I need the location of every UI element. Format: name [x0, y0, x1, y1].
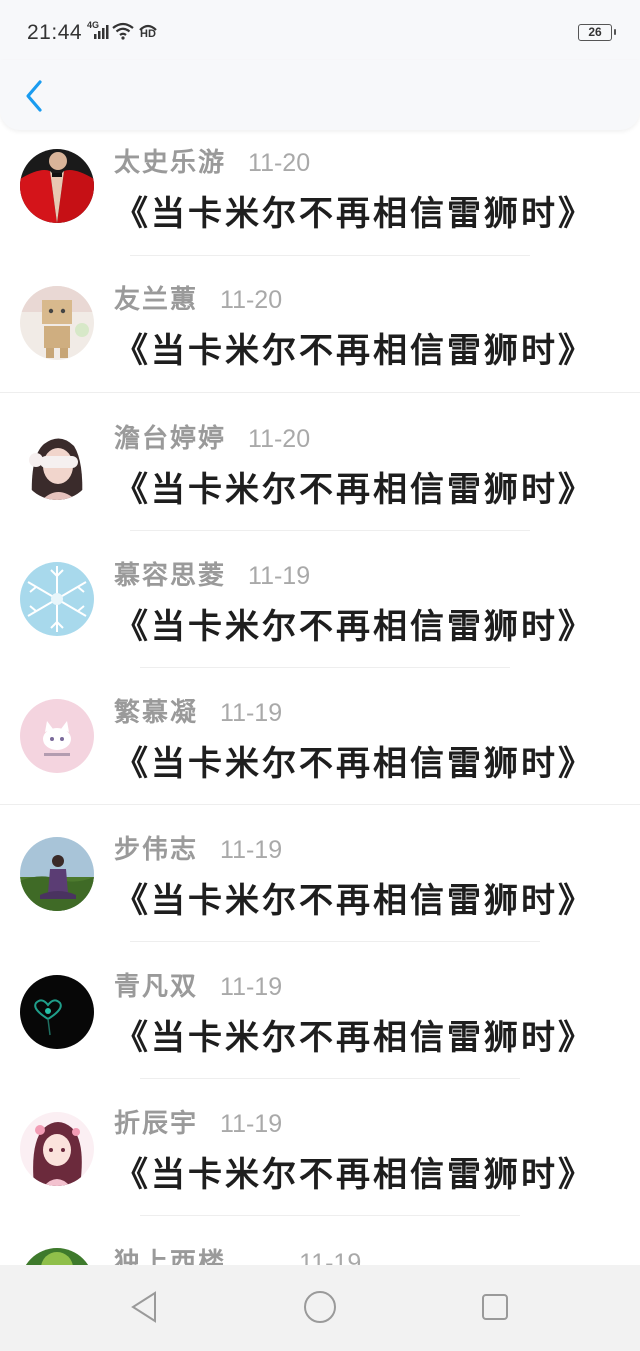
- avatar-snowflake: [20, 562, 94, 636]
- author-name: 青凡双: [114, 972, 199, 1002]
- author-name: 太史乐游: [114, 148, 227, 178]
- comment-title[interactable]: 《当卡米尔不再相信雷狮时》: [114, 323, 595, 372]
- comment-date: 11-19: [220, 836, 283, 864]
- circle-home-icon: [304, 1291, 336, 1323]
- avatar[interactable]: [20, 286, 94, 360]
- hd-label: HD: [140, 28, 156, 40]
- header: [0, 60, 640, 130]
- comment-title[interactable]: 《当卡米尔不再相信雷狮时》: [114, 1010, 595, 1059]
- wifi-icon: [111, 22, 135, 40]
- avatar-danbo: [20, 286, 94, 360]
- avatar-field-girl: [20, 837, 94, 911]
- comment-title[interactable]: 《当卡米尔不再相信雷狮时》: [114, 873, 595, 922]
- comment-author: 独上西楼... 11-19: [114, 1242, 361, 1265]
- comment-author: 繁慕凝 11-19: [114, 692, 282, 729]
- comment-date: 11-19: [220, 699, 283, 727]
- comment-author: 折辰宇 11-19: [114, 1103, 282, 1140]
- comment-title[interactable]: 《当卡米尔不再相信雷狮时》: [114, 462, 595, 511]
- avatar[interactable]: [20, 562, 94, 636]
- avatar-pink-cat: [20, 699, 94, 773]
- avatar-anime-girl: [20, 1112, 94, 1186]
- comment-author: 友兰蕙 11-20: [114, 279, 282, 316]
- comment-list: 太史乐游 11-20 《当卡米尔不再相信雷狮时》 友兰蕙 11-20 《当卡米尔不再…: [0, 130, 640, 1265]
- avatar-girl-mask: [20, 426, 94, 500]
- divider: [130, 941, 540, 942]
- comment-title[interactable]: 《当卡米尔不再相信雷狮时》: [114, 599, 595, 648]
- comment-author: 澹台婷婷 11-20: [114, 418, 310, 455]
- avatar[interactable]: [20, 975, 94, 1049]
- list-item[interactable]: 澹台婷婷 11-20 《当卡米尔不再相信雷狮时》: [0, 404, 640, 541]
- list-item[interactable]: 太史乐游 11-20 《当卡米尔不再相信雷狮时》: [0, 130, 640, 267]
- nav-back-button[interactable]: [127, 1289, 163, 1325]
- author-name: 慕容思菱: [114, 561, 227, 591]
- back-button[interactable]: [20, 78, 50, 114]
- author-name: 友兰蕙: [114, 285, 199, 315]
- author-name: 繁慕凝: [114, 698, 199, 728]
- divider: [0, 804, 640, 805]
- status-icons: 4G HD: [87, 20, 159, 40]
- avatar[interactable]: [20, 837, 94, 911]
- triangle-back-icon: [131, 1291, 156, 1323]
- comment-author: 太史乐游 11-20: [114, 142, 310, 179]
- author-name: 澹台婷婷: [114, 424, 227, 454]
- avatar[interactable]: [20, 426, 94, 500]
- avatar[interactable]: [20, 699, 94, 773]
- divider: [130, 530, 530, 531]
- list-item[interactable]: 友兰蕙 11-20 《当卡米尔不再相信雷狮时》: [0, 267, 640, 404]
- chevron-left-icon: [26, 80, 42, 112]
- avatar[interactable]: [20, 149, 94, 223]
- avatar[interactable]: [20, 1112, 94, 1186]
- nav-recents-button[interactable]: [477, 1289, 513, 1325]
- comment-date: 11-20: [248, 425, 311, 453]
- avatar[interactable]: [20, 1248, 94, 1265]
- divider: [140, 667, 510, 668]
- avatar-red-jacket: [20, 149, 94, 223]
- list-item[interactable]: 独上西楼... 11-19: [0, 1226, 640, 1265]
- divider: [130, 255, 530, 256]
- comment-author: 青凡双 11-19: [114, 966, 282, 1003]
- comment-date: 11-20: [248, 149, 311, 177]
- comment-date: 11-19: [220, 1110, 283, 1138]
- status-bar: 21:44 4G HD 26: [0, 0, 640, 60]
- nav-home-button[interactable]: [302, 1289, 338, 1325]
- author-name: 折辰宇: [114, 1109, 199, 1139]
- comment-date: 11-19: [248, 562, 311, 590]
- comment-author: 慕容思菱 11-19: [114, 555, 310, 592]
- comment-date: 11-19: [299, 1249, 362, 1265]
- divider: [0, 392, 640, 393]
- square-recents-icon: [482, 1294, 508, 1320]
- author-name: 独上西楼...: [114, 1248, 260, 1265]
- signal-icon: 4G: [87, 20, 109, 40]
- comment-date: 11-20: [220, 286, 283, 314]
- comment-author: 步伟志 11-19: [114, 829, 282, 866]
- list-item[interactable]: 折辰宇 11-19 《当卡米尔不再相信雷狮时》: [0, 1089, 640, 1226]
- status-time: 21:44: [27, 21, 83, 44]
- hd-icon: HD: [137, 22, 159, 40]
- list-item[interactable]: 步伟志 11-19 《当卡米尔不再相信雷狮时》: [0, 815, 640, 952]
- comment-title[interactable]: 《当卡米尔不再相信雷狮时》: [114, 736, 595, 785]
- comment-title[interactable]: 《当卡米尔不再相信雷狮时》: [114, 186, 595, 235]
- avatar-green-heart: [20, 975, 94, 1049]
- author-name: 步伟志: [114, 835, 199, 865]
- battery-indicator: 26: [578, 24, 616, 41]
- comment-date: 11-19: [220, 973, 283, 1001]
- comment-title[interactable]: 《当卡米尔不再相信雷狮时》: [114, 1147, 595, 1196]
- list-item[interactable]: 繁慕凝 11-19 《当卡米尔不再相信雷狮时》: [0, 678, 640, 815]
- avatar-green: [20, 1248, 94, 1265]
- divider: [140, 1215, 520, 1216]
- list-item[interactable]: 慕容思菱 11-19 《当卡米尔不再相信雷狮时》: [0, 541, 640, 678]
- system-nav-bar: [0, 1265, 640, 1351]
- list-item[interactable]: 青凡双 11-19 《当卡米尔不再相信雷狮时》: [0, 952, 640, 1089]
- divider: [140, 1078, 520, 1079]
